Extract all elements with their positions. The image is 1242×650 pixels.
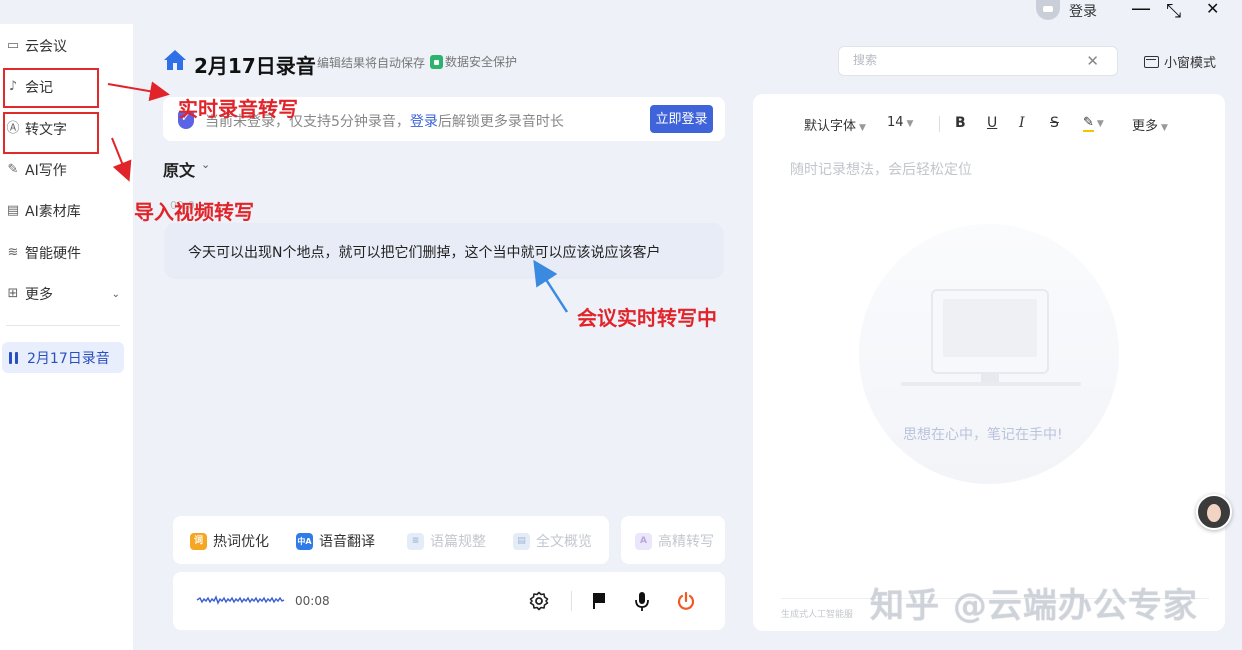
monitor-illustration [931,289,1049,374]
sidebar-item-ai-library[interactable]: ▤ AI素材库 [6,201,81,221]
transcript-bubble: 今天可以出现N个地点，就可以把它们删掉，这个当中就可以应该说应该客户 [165,223,723,277]
hq-transcribe-button[interactable]: A 高精转写 [635,531,714,551]
notes-editor: 默认字体 ▼ 14 ▼ B U I S ✎ ▼ 更多 ▼ 随时记录想法，会后轻松定位 思… [753,94,1225,631]
overview-button[interactable]: ▤ 全文概览 [513,531,592,551]
toolbar-divider [939,116,940,132]
sidebar-item-label: 2月17日录音 [27,350,110,367]
tool-bar: 词 热词优化 中A 语音翻译 ≡ 语篇规整 ▤ 全文概览 [173,516,609,564]
recording-player: 00:08 [173,572,725,630]
strikethrough-icon[interactable]: S [1050,115,1059,131]
sidebar-item-label: AI写作 [25,163,67,179]
user-avatar-icon[interactable] [1036,0,1060,20]
tool-bar-secondary: A 高精转写 [621,516,725,564]
font-size-select[interactable]: 14 ▼ [887,115,913,130]
player-divider [571,591,572,611]
monitor-stand-illustration [981,374,999,382]
font-size-label: 14 [887,115,904,130]
italic-icon[interactable]: I [1019,115,1025,131]
microphone-icon[interactable] [633,591,651,613]
highlight-icon[interactable]: ✎ ▼ [1083,115,1104,132]
sidebar-item-label: 云会议 [25,39,67,55]
translate-icon: 中A [296,532,313,550]
more-format-dropdown[interactable]: 更多 ▼ [1132,115,1168,134]
tool-label: 高精转写 [658,534,714,550]
restore-icon[interactable]: ⤡ [1166,2,1181,21]
hq-transcribe-icon: A [635,532,652,550]
lock-icon [430,54,443,69]
pause-icon [9,351,21,364]
desk-illustration [901,382,1081,386]
flag-icon[interactable] [590,591,608,611]
waveform-icon [196,595,285,605]
close-icon[interactable]: ✕ [1206,0,1219,18]
translate-button[interactable]: 中A 语音翻译 [296,531,375,551]
caret-down-icon: ▼ [906,119,914,129]
overview-icon: ▤ [513,532,530,550]
underline-icon[interactable]: U [987,115,997,131]
chevron-down-icon: ⌄ [111,288,120,300]
page-title[interactable]: 2月17日录音 [194,50,316,79]
font-family-select[interactable]: 默认字体 ▼ [804,115,866,134]
paragraph-icon: ≡ [407,532,424,550]
title-bar: 登录 — ⤡ ✕ [0,0,1242,24]
face-icon [1207,504,1221,522]
security-label: 数据安全保护 [445,55,518,69]
empty-slogan: 思想在心中，笔记在手中! [903,427,1063,443]
annotation-realtime-recording: 实时录音转写 [178,97,298,121]
sidebar-item-label: 智能硬件 [25,246,81,262]
tool-label: 语篇规整 [430,534,486,550]
sidebar-item-cloud-meeting[interactable]: ▭ 云会议 [6,36,67,56]
sidebar-item-current-recording[interactable]: 2月17日录音 [2,342,124,373]
ai-disclaimer: 生成式人工智能服 [781,610,854,620]
search-input[interactable] [853,53,1073,67]
tool-label: 语音翻译 [319,534,375,550]
elapsed-time: 00:08 [295,594,330,608]
tool-label: 热词优化 [213,534,269,550]
mini-window-button[interactable]: 小窗模式 [1144,52,1216,71]
grid-icon: ⊞ [7,286,19,301]
sidebar-item-label: 更多 [25,287,53,303]
annotation-box-transcribe [3,112,99,154]
video-icon: ▭ [6,38,20,53]
sidebar-item-ai-writing[interactable]: ✎ AI写作 [6,160,67,180]
chevron-down-icon[interactable]: ⌄ [201,158,210,171]
caret-down-icon: ▼ [1161,123,1168,133]
annotation-meeting-realtime: 会议实时转写中 [577,306,717,330]
watermark: 知乎 @云端办公专家 [870,586,1198,626]
power-icon[interactable] [676,591,696,611]
sidebar-item-label: AI素材库 [25,204,81,220]
hotword-button[interactable]: 词 热词优化 [190,531,269,551]
folder-icon: ▤ [6,203,20,218]
annotation-import-video: 导入视频转写 [134,200,254,224]
tool-label: 全文概览 [536,534,592,550]
login-link[interactable]: 登录 [1069,1,1097,21]
home-icon[interactable] [163,49,187,71]
paragraph-format-button[interactable]: ≡ 语篇规整 [407,531,486,551]
edit-icon: ✎ [7,162,19,177]
transcript-text[interactable]: 今天可以出现N个地点，就可以把它们删掉，这个当中就可以应该说应该客户 [188,242,660,262]
security-badge: 数据安全保护 [430,53,517,70]
autosave-note: 编辑结果将自动保存 [317,56,426,70]
sidebar-item-hardware[interactable]: ≋ 智能硬件 [6,243,81,263]
search-box[interactable]: ✕ [838,46,1118,76]
clear-icon[interactable]: ✕ [1086,52,1099,70]
caret-down-icon: ▼ [859,123,866,133]
mini-window-label: 小窗模式 [1164,56,1217,71]
assistant-avatar[interactable] [1196,494,1232,530]
original-text-dropdown[interactable]: 原文 [163,157,195,181]
sidebar-item-more[interactable]: ⊞ 更多 ⌄ [6,284,120,304]
layers-icon: ≋ [7,245,19,260]
hotword-icon: 词 [190,532,207,550]
banner-login-link[interactable]: 登录 [410,114,438,130]
bold-icon[interactable]: B [955,115,966,131]
window-icon [1144,55,1159,68]
settings-icon[interactable] [529,591,549,611]
annotation-box-notes [3,68,99,108]
font-family-label: 默认字体 [804,119,857,134]
more-label: 更多 [1132,119,1159,134]
editor-placeholder[interactable]: 随时记录想法，会后轻松定位 [790,159,972,179]
login-now-button[interactable]: 立即登录 [650,105,713,133]
sidebar-divider [6,325,120,326]
minimize-icon[interactable]: — [1131,0,1151,18]
